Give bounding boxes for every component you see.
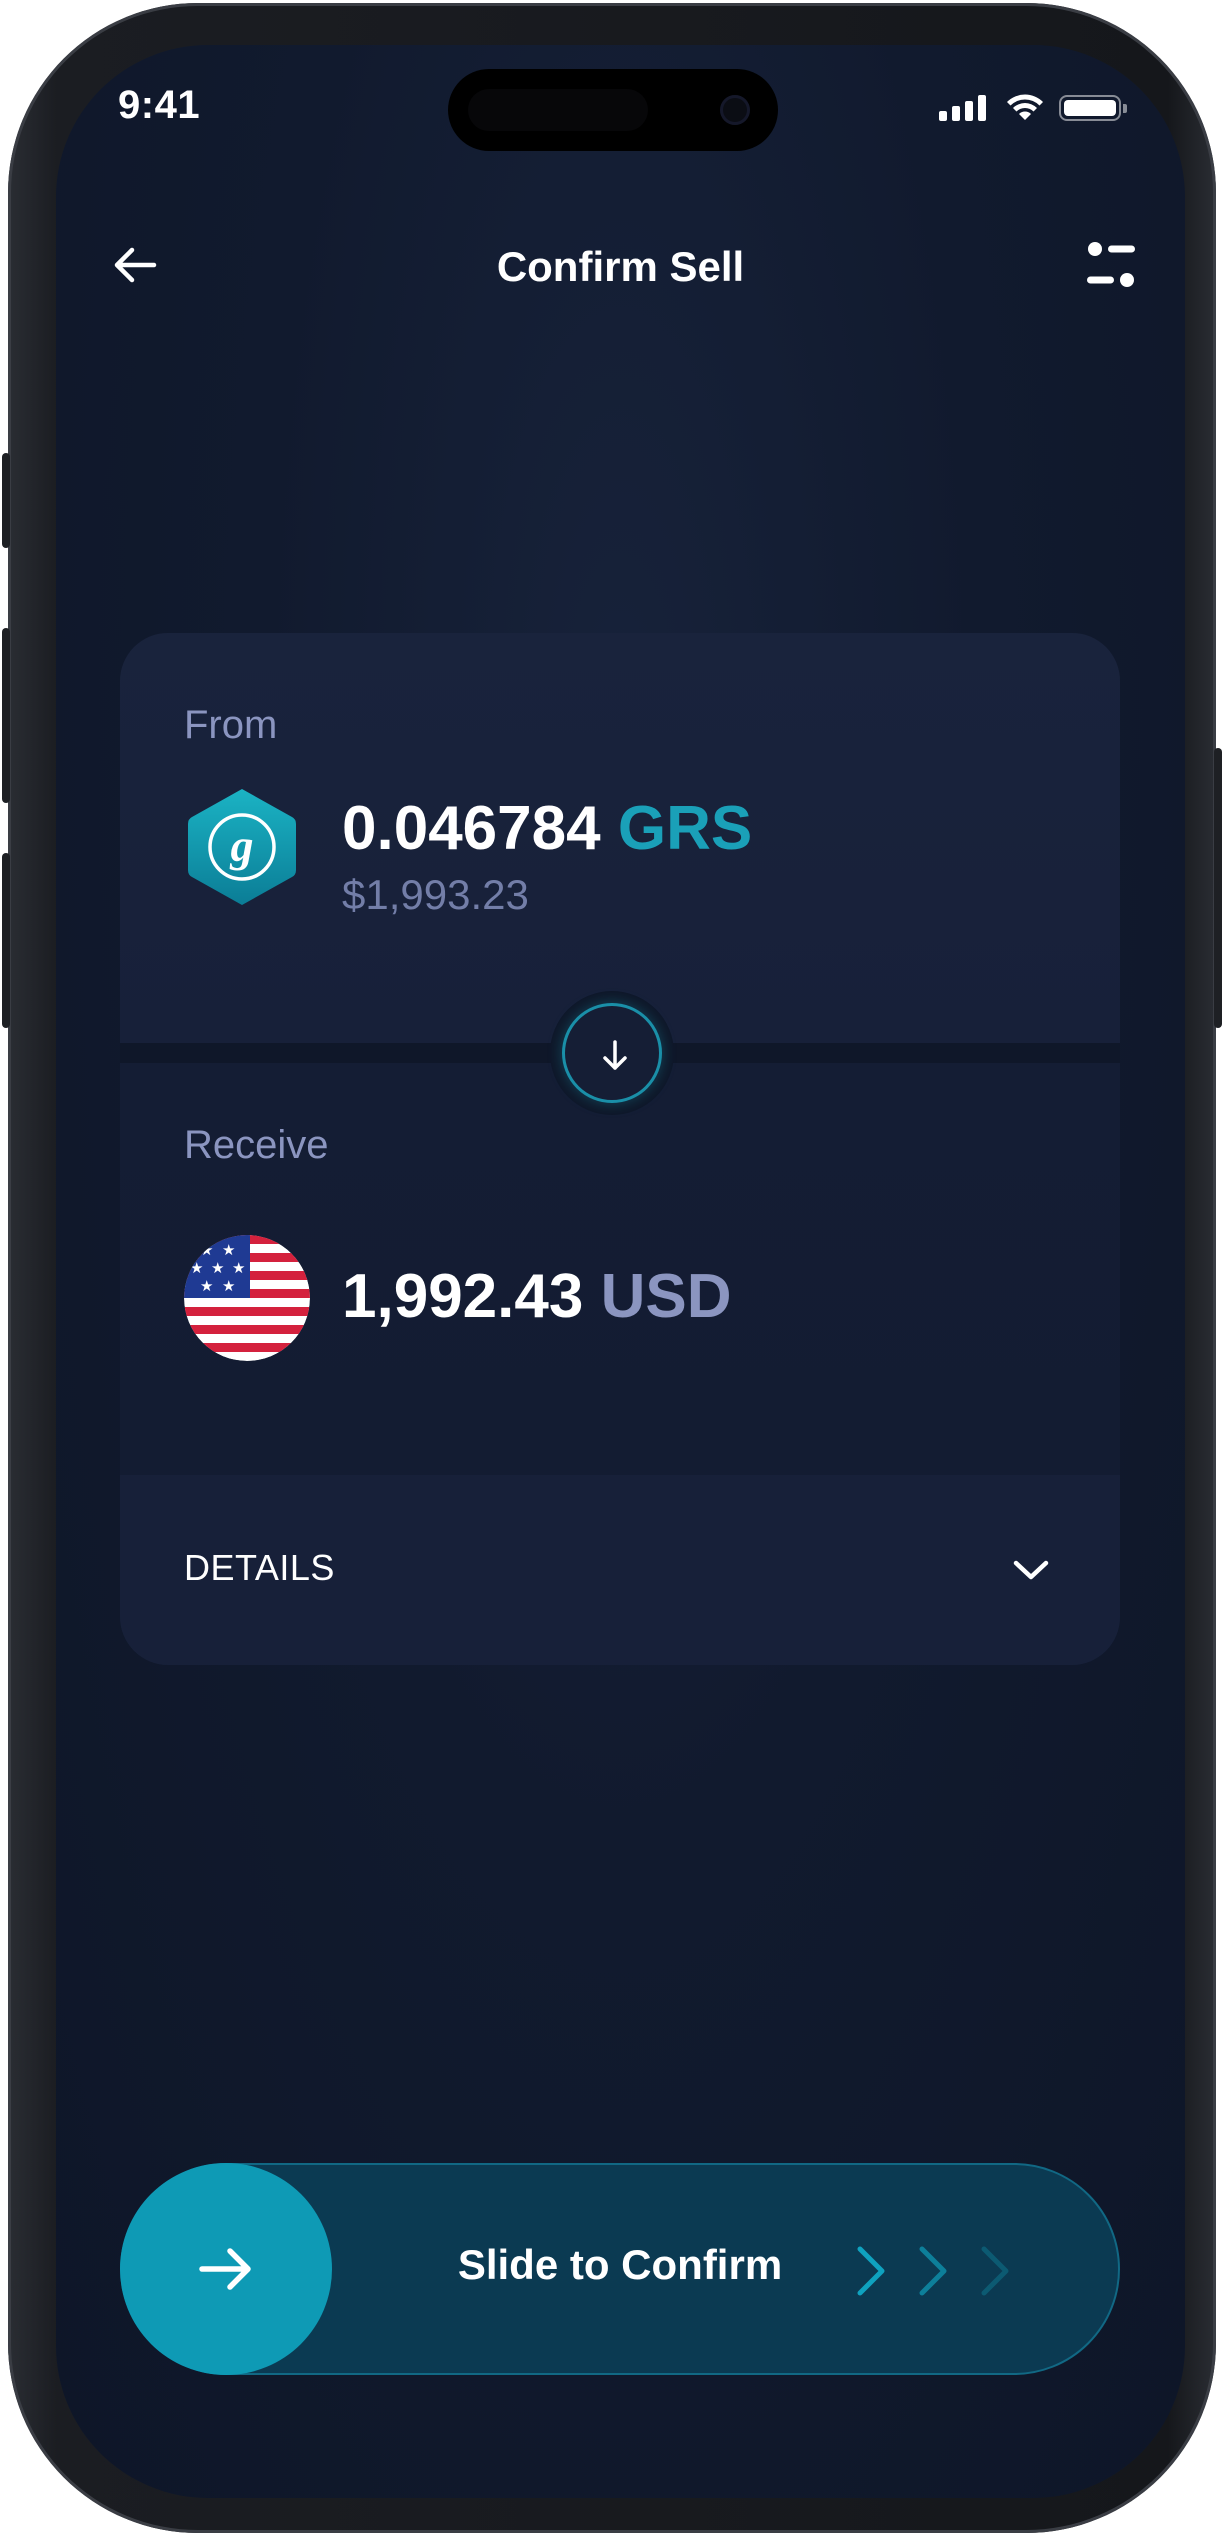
- slider-label: Slide to Confirm: [457, 2241, 783, 2288]
- from-label: From: [184, 703, 278, 747]
- from-amount: 0.046784 GRS: [342, 793, 752, 864]
- receive-ticker: USD: [600, 1262, 732, 1331]
- details-label: DETAILS: [184, 1547, 335, 1588]
- arrow-right-icon: [199, 2248, 251, 2290]
- page-title: Confirm Sell: [496, 243, 745, 290]
- status-icons: [887, 93, 1127, 123]
- receive-label: Receive: [184, 1123, 329, 1167]
- arrow-down-icon: [603, 1040, 627, 1070]
- signal-icon: [939, 95, 987, 121]
- from-section: From g 0.046784 GRS $1,993.23: [120, 633, 1120, 1043]
- power-button: [1214, 748, 1222, 1028]
- svg-text:★: ★: [190, 1259, 203, 1277]
- svg-text:★: ★: [232, 1259, 245, 1277]
- receive-amount: 1,992.43 USD: [342, 1261, 731, 1332]
- from-amount-value: 0.046784: [342, 794, 601, 863]
- phone-frame: 9:41 Confirm Sell From g 0.046784 GRS $1…: [2, 3, 1222, 2533]
- sensor-icon: [468, 89, 648, 131]
- screen: 9:41 Confirm Sell From g 0.046784 GRS $1…: [56, 45, 1185, 2498]
- slide-to-confirm[interactable]: Slide to Confirm: [120, 2163, 1120, 2375]
- action-button: [2, 453, 10, 548]
- settings-sliders-icon[interactable]: [1081, 237, 1141, 293]
- svg-text:★: ★: [222, 1277, 235, 1295]
- volume-down-button: [2, 853, 10, 1028]
- battery-icon: [1059, 95, 1127, 121]
- svg-text:★: ★: [200, 1277, 213, 1295]
- groestlcoin-icon: g: [188, 789, 296, 905]
- chevron-down-icon: [1013, 1560, 1049, 1580]
- receive-section: Receive ★ ★ ★ ★ ★ ★ ★ 1,992.43 USD: [120, 1063, 1120, 1475]
- status-time: 9:41: [118, 83, 201, 127]
- details-toggle[interactable]: DETAILS: [120, 1475, 1120, 1665]
- svg-text:★: ★: [211, 1259, 224, 1277]
- wifi-icon: [1007, 94, 1043, 120]
- swap-direction-badge: [550, 991, 674, 1115]
- navigation-bar: Confirm Sell: [56, 215, 1185, 315]
- receive-amount-value: 1,992.43: [342, 1262, 584, 1331]
- from-fiat-value: $1,993.23: [342, 871, 529, 918]
- sell-summary-card: From g 0.046784 GRS $1,993.23 Receive ★ …: [120, 633, 1120, 1665]
- svg-text:★: ★: [222, 1241, 235, 1259]
- slider-handle[interactable]: [120, 2163, 332, 2375]
- chevrons-right-icon: [857, 2246, 1009, 2296]
- from-ticker: GRS: [617, 794, 753, 863]
- volume-up-button: [2, 628, 10, 803]
- status-bar: 9:41: [56, 45, 1185, 175]
- svg-text:g: g: [230, 820, 254, 871]
- us-flag-icon: ★ ★ ★ ★ ★ ★ ★: [184, 1235, 310, 1361]
- camera-icon: [720, 95, 750, 125]
- dynamic-island: [448, 69, 778, 151]
- svg-text:★: ★: [200, 1241, 213, 1259]
